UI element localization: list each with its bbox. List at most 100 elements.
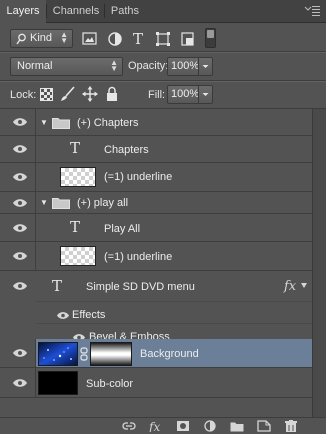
opacity-slider-button[interactable]	[198, 58, 212, 75]
layer-thumbnail	[60, 167, 96, 187]
panel-tab-bar: Layers Channels Paths	[0, 0, 326, 23]
type-layer-icon: T	[70, 139, 81, 157]
fill-value: 100%	[171, 88, 200, 100]
visibility-cell[interactable]	[0, 271, 36, 301]
opacity-field[interactable]: 100%	[167, 57, 213, 76]
tab-paths[interactable]: Paths	[106, 0, 144, 22]
folder-icon	[52, 198, 70, 209]
eye-icon[interactable]	[12, 172, 28, 182]
lock-all-icon[interactable]	[105, 86, 119, 102]
svg-text:fx: fx	[149, 420, 160, 432]
layers-scrollbar[interactable]	[312, 109, 326, 417]
type-layer-icon: T	[52, 277, 63, 295]
add-mask-icon[interactable]	[176, 420, 190, 432]
smart-object-filter-icon[interactable]	[180, 31, 196, 47]
filter-kind-dropdown[interactable]: Kind ▲ ▼	[10, 29, 73, 48]
effects-label: Effects	[72, 309, 106, 321]
layer-row-group-play-all[interactable]: ▼ (+) play all	[0, 192, 312, 214]
opacity-label: Opacity:	[128, 60, 169, 72]
eye-icon[interactable]	[12, 378, 28, 388]
eye-icon[interactable]	[12, 117, 28, 127]
layer-row-underline-2[interactable]: (=1) underline	[0, 242, 312, 271]
fill-field[interactable]: 100%	[167, 85, 213, 104]
layer-name: (+) Chapters	[77, 117, 139, 129]
layer-thumbnail	[38, 371, 78, 395]
layer-name: (=1) underline	[104, 171, 173, 183]
svg-text:fx: fx	[283, 279, 297, 294]
lock-brush-icon[interactable]	[60, 86, 76, 102]
visibility-cell[interactable]	[0, 109, 36, 135]
layer-row-sub-color[interactable]: Sub-color	[0, 368, 312, 398]
chevron-updown-icon: ▲ ▼	[60, 30, 68, 45]
layer-thumbnail	[60, 246, 96, 266]
layer-name: Simple SD DVD menu	[86, 281, 195, 293]
panel-menu-icon[interactable]	[304, 5, 320, 17]
pixel-filter-icon[interactable]	[82, 31, 98, 47]
type-filter-icon[interactable]: T	[131, 31, 147, 47]
filter-toggle-switch[interactable]	[205, 28, 216, 48]
eye-icon[interactable]	[56, 311, 70, 320]
fill-label: Fill:	[148, 89, 166, 101]
new-group-icon[interactable]	[230, 420, 244, 432]
shape-filter-icon[interactable]	[155, 31, 171, 47]
layer-name: Background	[140, 348, 199, 360]
collapse-effects-icon[interactable]	[300, 282, 308, 290]
type-layer-icon: T	[70, 218, 81, 236]
panel-divider	[0, 52, 326, 53]
eye-icon[interactable]	[12, 251, 28, 261]
visibility-cell[interactable]	[0, 136, 36, 162]
fx-icon[interactable]: fx	[283, 278, 299, 294]
tab-channels[interactable]: Channels	[48, 0, 104, 22]
visibility-cell[interactable]	[0, 242, 36, 270]
layer-mask-thumbnail[interactable]	[90, 342, 132, 366]
link-icon[interactable]	[80, 347, 88, 361]
svg-text:T: T	[133, 31, 143, 47]
tab-layers[interactable]: Layers	[0, 0, 46, 23]
lock-transparency-icon[interactable]	[40, 88, 53, 101]
layer-row-text-play-all[interactable]: T Play All	[0, 214, 312, 242]
layer-name: Play All	[104, 223, 141, 235]
visibility-cell[interactable]	[0, 163, 36, 191]
visibility-cell[interactable]	[0, 368, 36, 397]
layers-panel: Layers Channels Paths Kind ▲ ▼ T Normal ▲…	[0, 0, 326, 434]
fx-icon[interactable]: fx	[149, 420, 163, 432]
layer-thumbnail	[38, 342, 78, 366]
folder-icon	[52, 118, 70, 129]
new-layer-icon[interactable]	[257, 420, 271, 432]
layer-row-text-simple-sd-dvd-menu[interactable]: T Simple SD DVD menu fx Effects Bevel & …	[0, 271, 312, 344]
filter-kind-label: Kind	[30, 32, 53, 44]
layer-row-underline-1[interactable]: (=1) underline	[0, 163, 312, 192]
tab-divider	[46, 4, 47, 18]
eye-icon[interactable]	[12, 281, 28, 291]
link-layers-icon[interactable]	[122, 420, 136, 432]
layer-name: Chapters	[104, 144, 149, 156]
expand-triangle-icon[interactable]: ▼	[40, 118, 48, 127]
visibility-cell[interactable]	[0, 192, 36, 213]
eye-icon[interactable]	[12, 144, 28, 154]
layer-row-text-chapters[interactable]: T Chapters	[0, 136, 312, 163]
lock-label: Lock:	[10, 89, 37, 101]
fill-slider-button[interactable]	[198, 86, 212, 103]
trash-icon[interactable]	[284, 420, 298, 432]
layer-name: (+) play all	[77, 197, 129, 209]
layer-row-background[interactable]: Background	[0, 339, 312, 368]
layer-row-group-chapters[interactable]: ▼ (+) Chapters	[0, 109, 312, 136]
layer-name: (=1) underline	[104, 251, 173, 263]
layers-list: ▼ (+) Chapters T Chapters (=1) underline	[0, 109, 312, 417]
tab-divider	[104, 4, 105, 18]
lock-move-icon[interactable]	[82, 86, 98, 102]
visibility-cell[interactable]	[0, 339, 36, 367]
adjustment-filter-icon[interactable]	[107, 31, 123, 47]
adjustment-layer-icon[interactable]	[203, 420, 217, 432]
eye-icon[interactable]	[12, 223, 28, 233]
opacity-value: 100%	[171, 60, 200, 72]
visibility-cell[interactable]	[0, 214, 36, 241]
expand-triangle-icon[interactable]: ▼	[40, 198, 48, 207]
chevron-updown-icon: ▲ ▼	[110, 58, 118, 73]
panel-footer: fx	[0, 417, 326, 434]
panel-divider	[0, 81, 326, 82]
eye-icon[interactable]	[12, 198, 28, 208]
layer-name: Sub-color	[86, 378, 134, 390]
blend-mode-dropdown[interactable]: Normal ▲ ▼	[10, 57, 123, 76]
eye-icon[interactable]	[12, 348, 28, 358]
